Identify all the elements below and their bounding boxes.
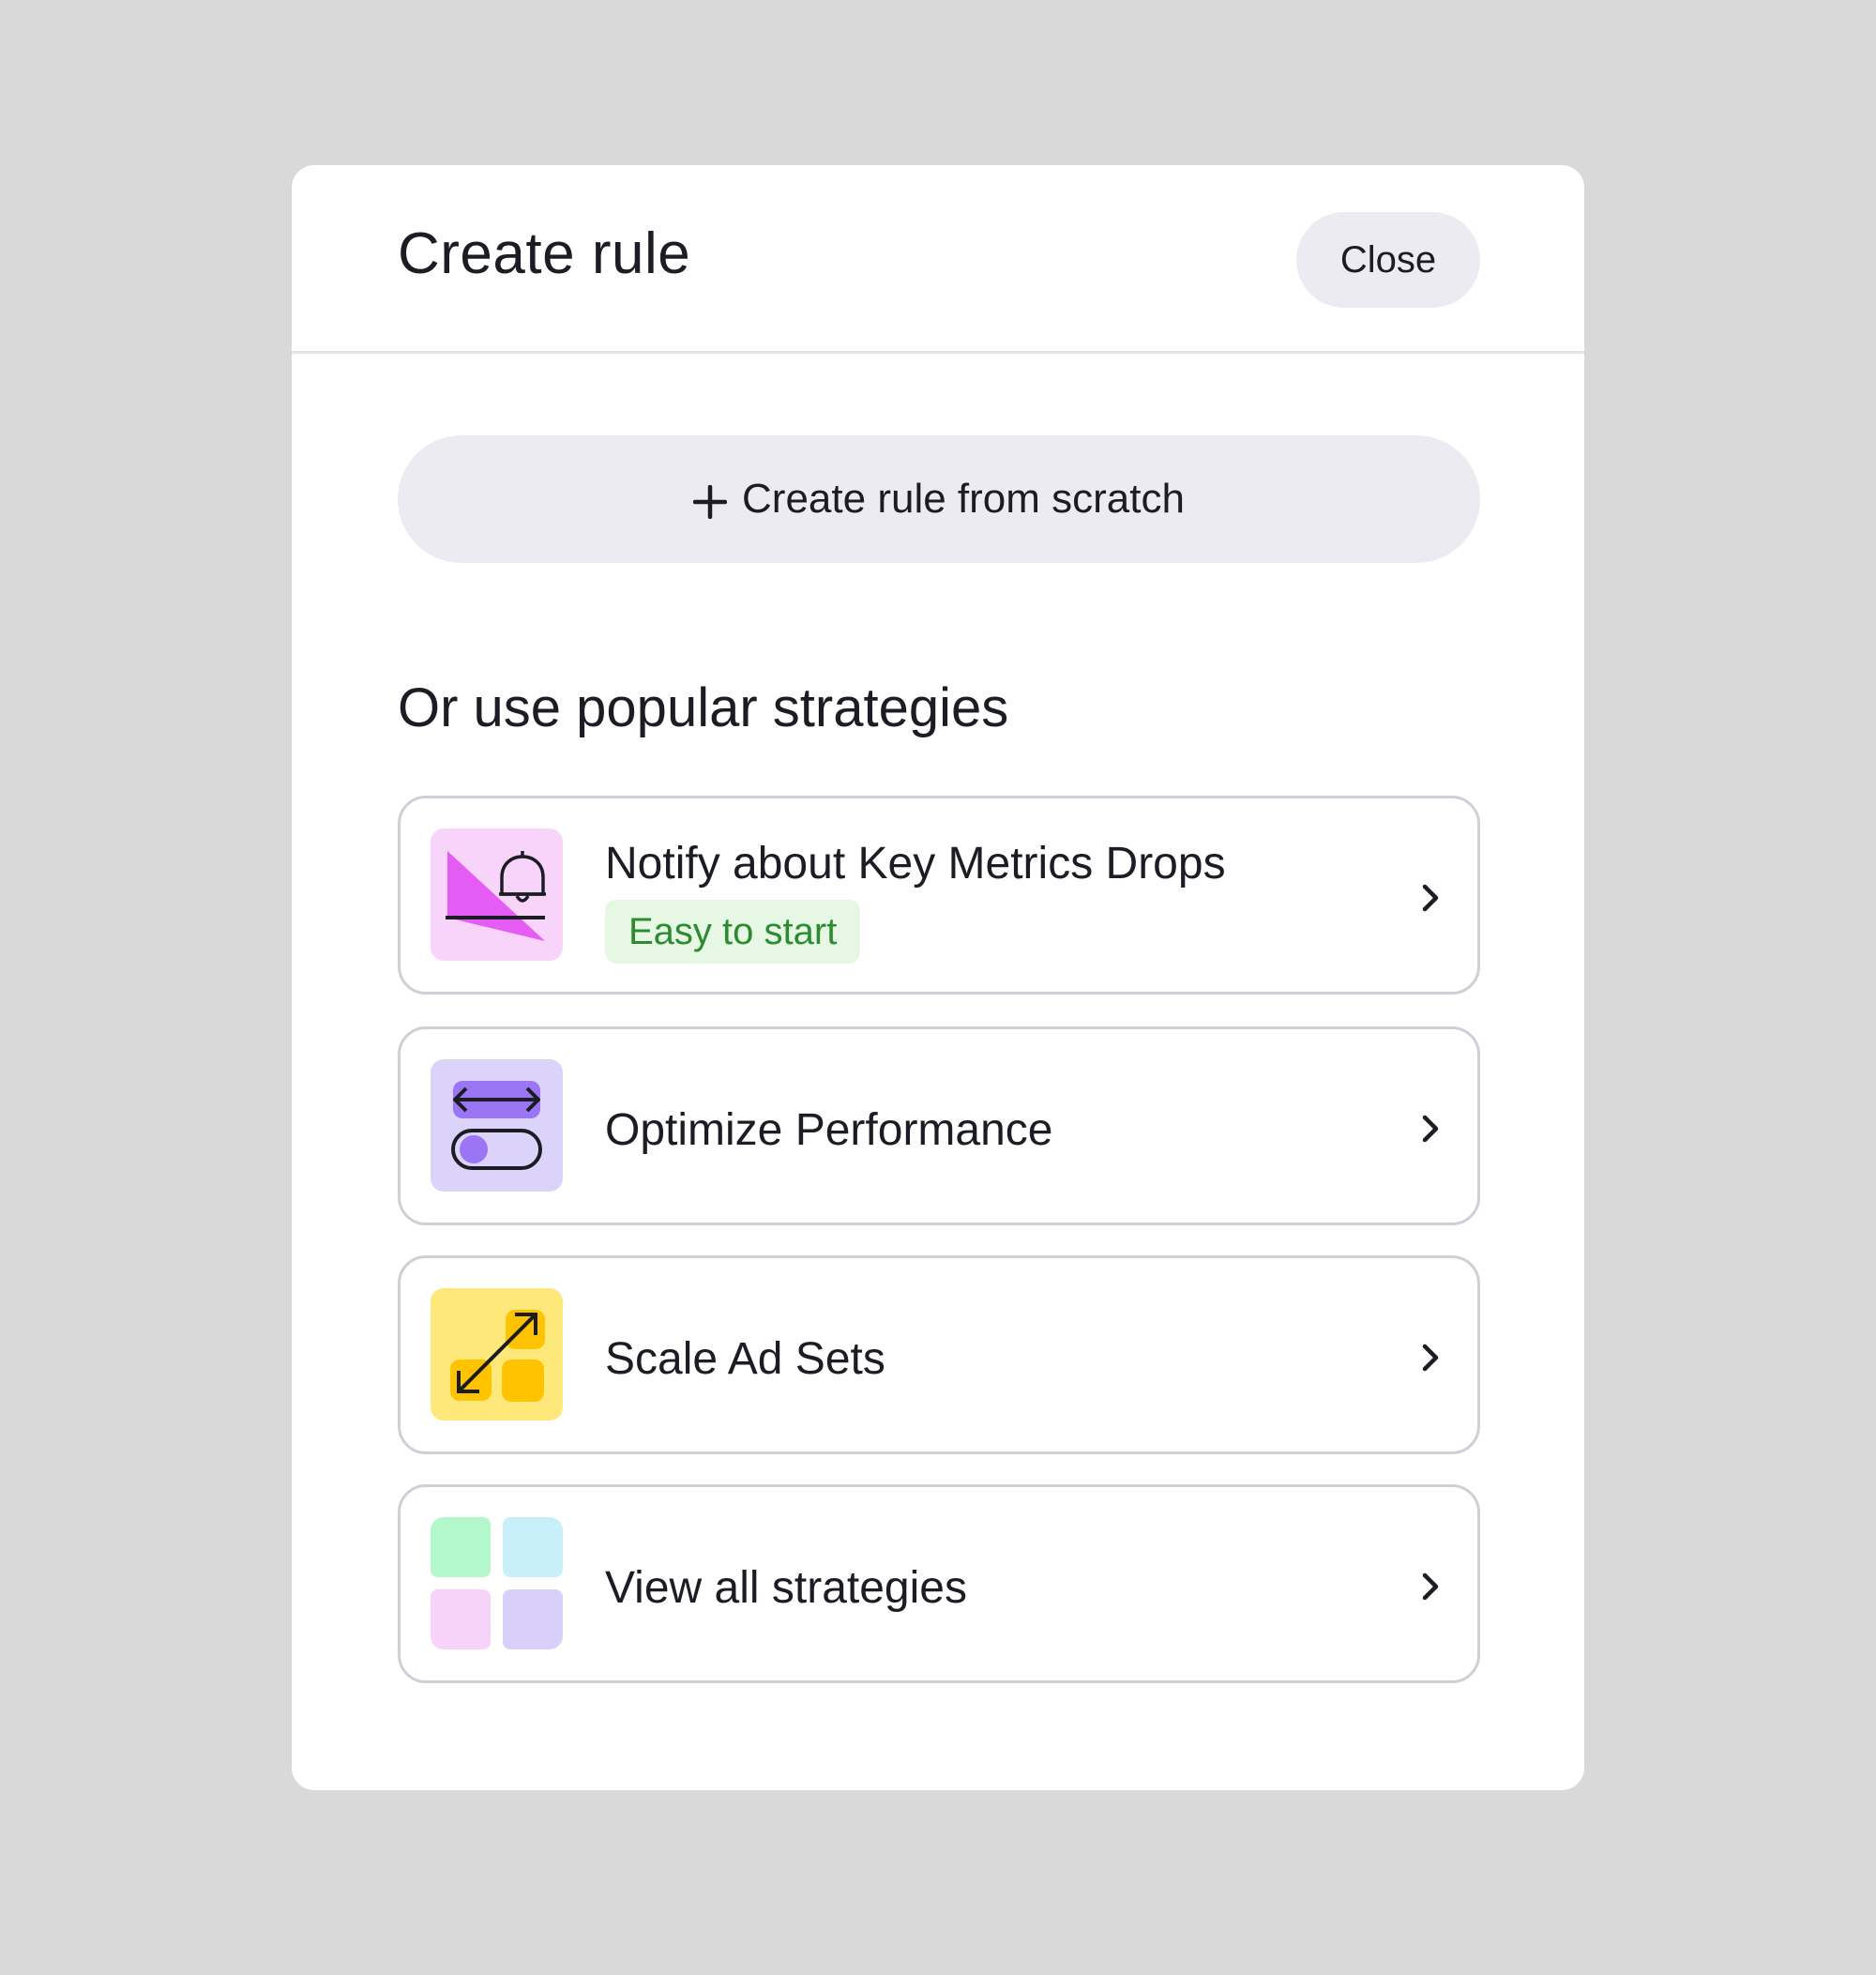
chevron-right-icon bbox=[1422, 884, 1439, 912]
easy-to-start-badge: Easy to start bbox=[605, 900, 861, 964]
chevron-right-icon bbox=[1422, 1344, 1439, 1372]
plus-icon bbox=[692, 482, 728, 520]
strategy-card-title: Optimize Performance bbox=[605, 1105, 1053, 1155]
grid-tiles-icon bbox=[431, 1517, 563, 1649]
strategy-card-title: View all strategies bbox=[605, 1563, 967, 1613]
strategy-card-title: Notify about Key Metrics Drops bbox=[605, 839, 1226, 889]
strategy-card-scale-ad-sets[interactable]: Scale Ad Sets bbox=[398, 1255, 1480, 1454]
create-rule-dialog: Create rule Close Create rule from scrat… bbox=[292, 165, 1584, 1790]
optimize-toggle-icon bbox=[431, 1059, 563, 1192]
dialog-title: Create rule bbox=[398, 221, 691, 286]
strategy-card-notify-metrics-drops[interactable]: Notify about Key Metrics Drops Easy to s… bbox=[398, 796, 1480, 995]
chevron-right-icon bbox=[1422, 1572, 1439, 1601]
strategy-card-title: Scale Ad Sets bbox=[605, 1334, 885, 1384]
create-rule-from-scratch-button[interactable]: Create rule from scratch bbox=[398, 435, 1480, 563]
dialog-header: Create rule Close bbox=[292, 165, 1584, 354]
scale-arrow-icon bbox=[431, 1288, 563, 1420]
create-rule-from-scratch-label: Create rule from scratch bbox=[742, 476, 1185, 522]
chevron-right-icon bbox=[1422, 1115, 1439, 1143]
strategy-card-view-all-strategies[interactable]: View all strategies bbox=[398, 1484, 1480, 1683]
popular-strategies-heading: Or use popular strategies bbox=[398, 677, 1009, 738]
close-button[interactable]: Close bbox=[1296, 212, 1480, 308]
strategy-card-optimize-performance[interactable]: Optimize Performance bbox=[398, 1026, 1480, 1225]
metrics-drop-bell-icon bbox=[431, 828, 563, 961]
